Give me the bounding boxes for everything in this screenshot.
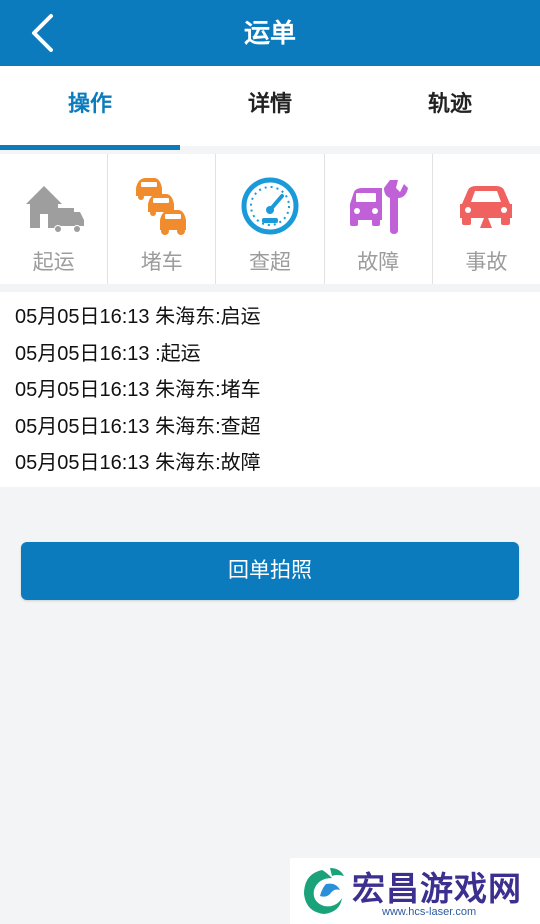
tab-track[interactable]: 轨迹 <box>360 66 540 146</box>
action-label: 查超 <box>249 251 291 274</box>
log-entry: 05月05日16:13 朱海东:查超 <box>15 415 261 438</box>
action-overload-check-button[interactable]: 查超 <box>216 154 325 284</box>
log-entry: 05月05日16:13 :起运 <box>15 342 201 365</box>
page-title: 运单 <box>243 18 296 48</box>
action-grid: 起运 堵车 查超 故障 事故 <box>0 154 540 284</box>
receipt-photo-button[interactable]: 回单拍照 <box>21 542 519 600</box>
car-crash-icon <box>460 186 513 228</box>
action-label: 故障 <box>357 251 400 274</box>
action-label: 起运 <box>32 251 75 274</box>
watermark-site-name: 宏昌游戏网 <box>352 870 522 907</box>
action-label: 事故 <box>465 251 508 274</box>
action-traffic-jam-button[interactable]: 堵车 <box>108 154 217 284</box>
speedometer-icon <box>241 177 299 235</box>
car-wrench-icon <box>350 180 409 234</box>
tab-details[interactable]: 详情 <box>180 66 360 146</box>
action-label: 堵车 <box>140 251 183 274</box>
tab-operation[interactable]: 操作 <box>0 66 180 150</box>
log-entry: 05月05日16:13 朱海东:堵车 <box>15 379 261 402</box>
action-depart-button[interactable]: 起运 <box>0 154 109 284</box>
log-entry: 05月05日16:13 朱海东:启运 <box>15 306 261 328</box>
tab-bar: 操作 详情 轨迹 <box>0 66 540 150</box>
chevron-left-icon <box>32 14 53 52</box>
action-accident-button[interactable]: 事故 <box>433 154 540 284</box>
operation-log-list: 05月05日16:13 朱海东:启运 05月05日16:13 :起运 05月05… <box>0 292 540 487</box>
dragon-logo-icon <box>304 868 344 914</box>
title-bar: 运单 <box>0 0 540 66</box>
action-breakdown-button[interactable]: 故障 <box>325 154 433 284</box>
traffic-jam-icon <box>135 178 186 235</box>
watermark-url: www.hcs-laser.com <box>382 906 477 918</box>
back-button[interactable] <box>18 8 66 58</box>
log-entry: 05月05日16:13 朱海东:故障 <box>15 452 261 475</box>
site-watermark: 宏昌游戏网 www.hcs-laser.com <box>290 858 540 924</box>
truck-depart-icon <box>25 186 84 233</box>
